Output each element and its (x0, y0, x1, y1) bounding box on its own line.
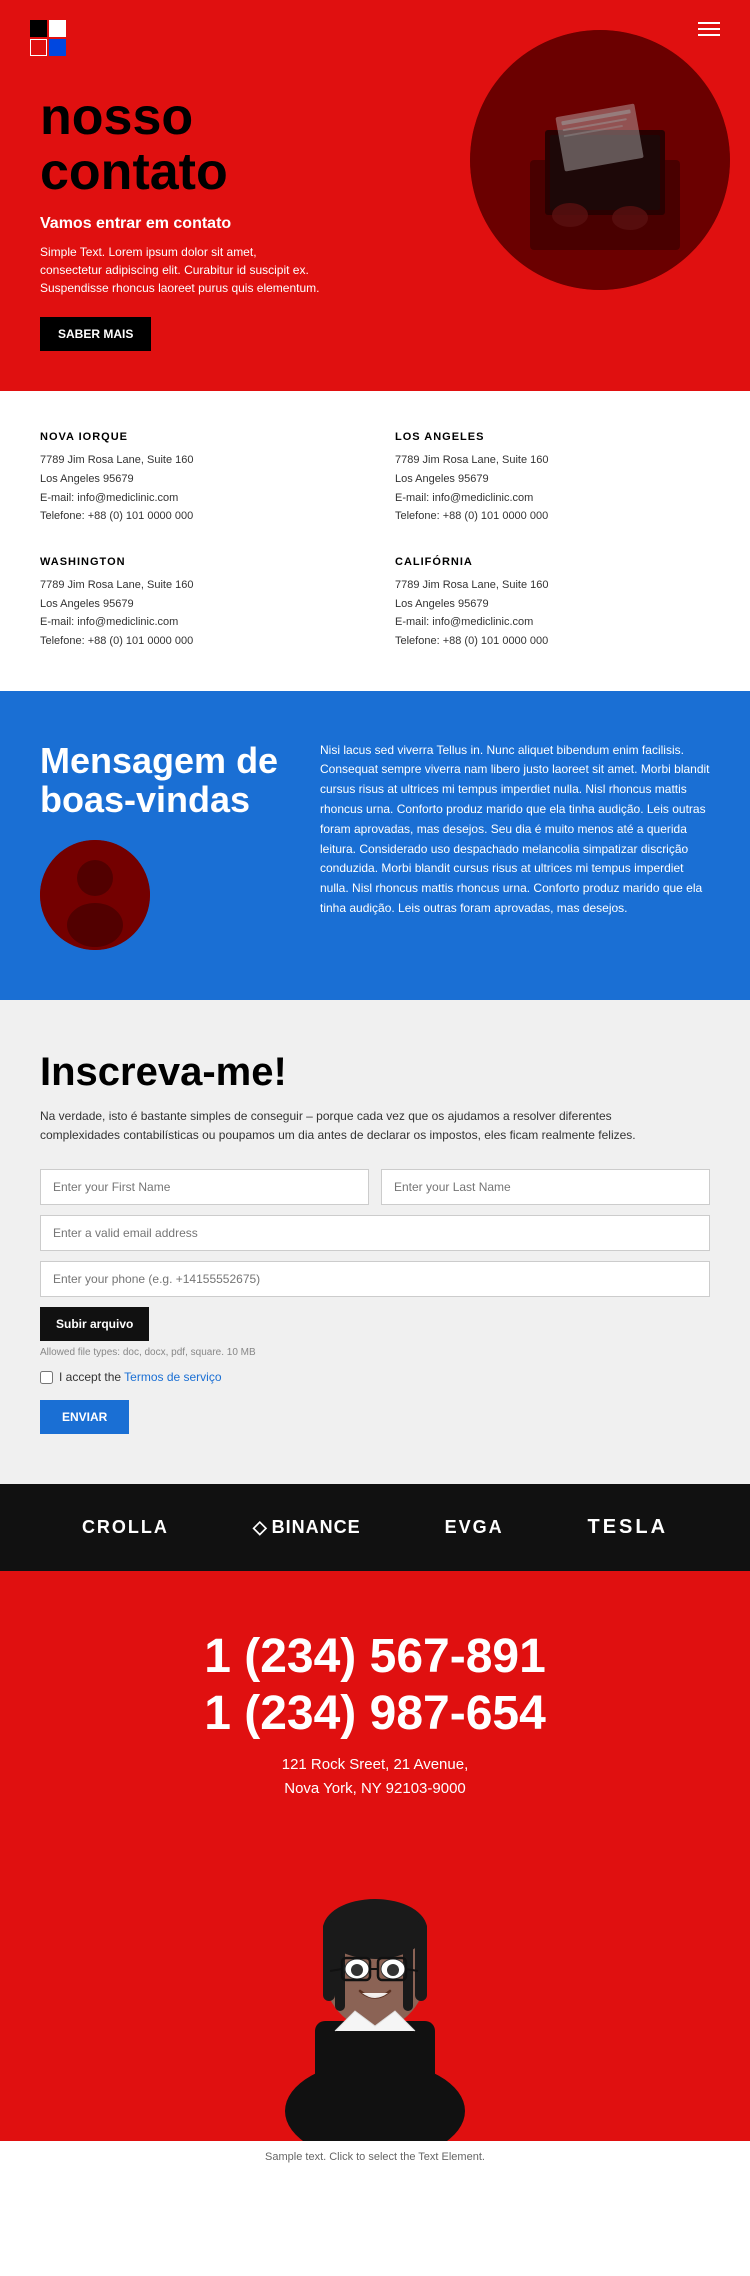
address-california: CALIFÓRNIA 7789 Jim Rosa Lane, Suite 160… (395, 556, 710, 651)
last-name-input[interactable] (381, 1169, 710, 1205)
address-city-1: NOVA IORQUE (40, 431, 355, 443)
phone-input[interactable] (40, 1261, 710, 1297)
form-title: Inscreva-me! (40, 1050, 710, 1095)
sample-text: Sample text. Click to select the Text El… (0, 2141, 750, 2173)
address-city-4: CALIFÓRNIA (395, 556, 710, 568)
address-detail-4: 7789 Jim Rosa Lane, Suite 160 Los Angele… (395, 576, 710, 651)
person-illustration (235, 1821, 515, 2141)
address-line-2: Nova York, NY 92103-9000 (284, 1780, 466, 1797)
brand-binance: ◇ BINANCE (253, 1517, 361, 1538)
address-detail-2: 7789 Jim Rosa Lane, Suite 160 Los Angele… (395, 451, 710, 526)
addresses-section: NOVA IORQUE 7789 Jim Rosa Lane, Suite 16… (0, 391, 750, 691)
terms-label: I accept the Termos de serviço (59, 1370, 222, 1384)
terms-checkbox[interactable] (40, 1371, 53, 1384)
brand-evga: EVGA (445, 1517, 504, 1538)
email-input[interactable] (40, 1215, 710, 1251)
hero-subtitle: Vamos entrar em contato (40, 215, 380, 233)
address-los-angeles: LOS ANGELES 7789 Jim Rosa Lane, Suite 16… (395, 431, 710, 526)
blue-body-text: Nisi lacus sed viverra Tellus in. Nunc a… (320, 741, 710, 919)
address-detail-1: 7789 Jim Rosa Lane, Suite 160 Los Angele… (40, 451, 355, 526)
logo-square-1 (30, 20, 47, 37)
brands-section: CROLLA ◇ BINANCE EVGA TESLA (0, 1484, 750, 1571)
submit-button[interactable]: ENVIAR (40, 1400, 129, 1434)
hamburger-menu[interactable] (698, 22, 720, 36)
avatar-circle (40, 840, 150, 950)
phone-number-1: 1 (234) 567-891 (40, 1631, 710, 1684)
address-city-2: LOS ANGELES (395, 431, 710, 443)
first-name-input[interactable] (40, 1169, 369, 1205)
binance-diamond-icon: ◇ (253, 1517, 268, 1538)
upload-button[interactable]: Subir arquivo (40, 1307, 149, 1341)
contact-address: 121 Rock Sreet, 21 Avenue, Nova York, NY… (40, 1753, 710, 1801)
saber-mais-button[interactable]: SABER MAIS (40, 317, 151, 351)
hero-description: Simple Text. Lorem ipsum dolor sit amet,… (40, 243, 320, 297)
blue-title: Mensagem de boas-vindas (40, 741, 280, 820)
blue-message-section: Mensagem de boas-vindas Nisi lacus sed v… (0, 691, 750, 1000)
blue-left: Mensagem de boas-vindas (40, 741, 280, 950)
phone-number-2: 1 (234) 987-654 (40, 1688, 710, 1741)
terms-link[interactable]: Termos de serviço (124, 1370, 221, 1384)
form-description: Na verdade, isto é bastante simples de c… (40, 1107, 660, 1145)
address-detail-3: 7789 Jim Rosa Lane, Suite 160 Los Angele… (40, 576, 355, 651)
blue-right: Nisi lacus sed viverra Tellus in. Nunc a… (320, 741, 710, 919)
logo-square-4 (49, 39, 66, 56)
address-nova-iorque: NOVA IORQUE 7789 Jim Rosa Lane, Suite 16… (40, 431, 355, 526)
form-name-row (40, 1169, 710, 1205)
logo-squares (30, 20, 66, 56)
terms-row: I accept the Termos de serviço (40, 1370, 710, 1384)
person-image-container (40, 1821, 710, 2141)
address-washington: WASHINGTON 7789 Jim Rosa Lane, Suite 160… (40, 556, 355, 651)
address-line-1: 121 Rock Sreet, 21 Avenue, (282, 1756, 469, 1773)
hero-content: nosso contato Vamos entrar em contato Si… (40, 90, 380, 351)
logo-square-2 (49, 20, 66, 37)
logo[interactable] (30, 20, 66, 56)
form-section: Inscreva-me! Na verdade, isto é bastante… (0, 1000, 750, 1484)
brand-crolla: CROLLA (82, 1517, 169, 1538)
logo-square-3 (30, 39, 47, 56)
hero-image (470, 30, 730, 290)
hero-section: nosso contato Vamos entrar em contato Si… (0, 0, 750, 391)
contact-red-section: 1 (234) 567-891 1 (234) 987-654 121 Rock… (0, 1571, 750, 2141)
upload-hint: Allowed file types: doc, docx, pdf, squa… (40, 1347, 710, 1358)
address-city-3: WASHINGTON (40, 556, 355, 568)
brand-tesla: TESLA (587, 1516, 668, 1539)
hero-title: nosso contato (40, 90, 380, 199)
